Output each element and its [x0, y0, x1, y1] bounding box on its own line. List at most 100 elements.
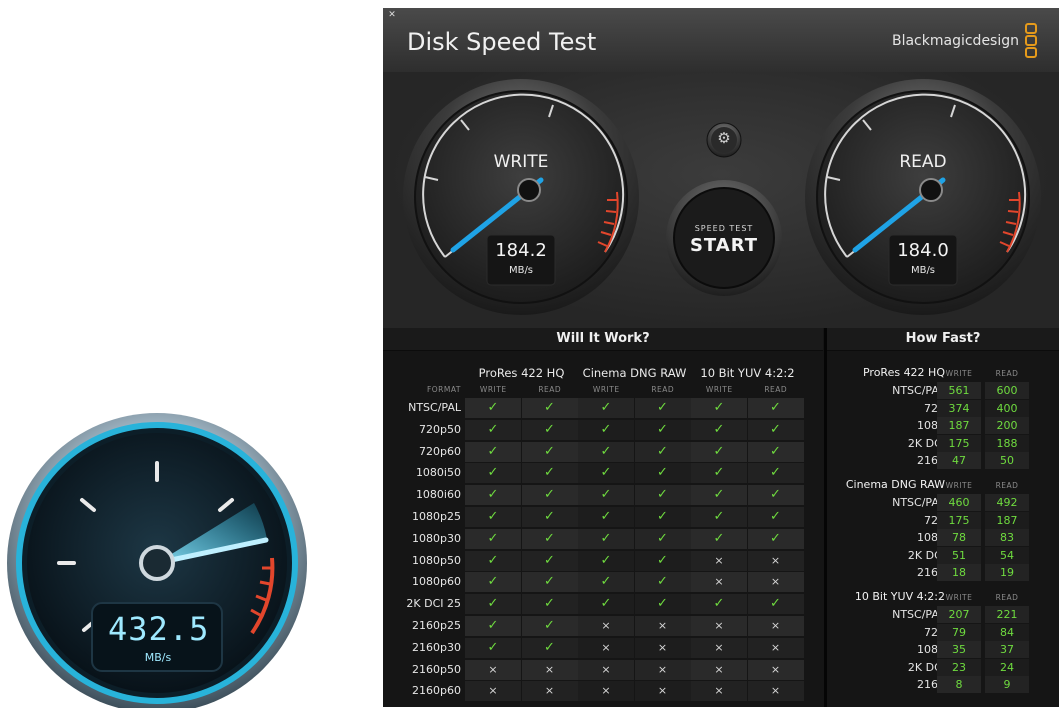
speed-row-label: 1080 [917, 643, 945, 656]
check-icon: ✓ [770, 530, 781, 546]
check-icon: ✓ [713, 596, 725, 612]
speed-value-read: 600 [996, 384, 1018, 397]
gear-icon[interactable]: ⚙ [714, 129, 734, 147]
cross-icon: × [657, 684, 668, 698]
check-icon: ✓ [487, 618, 499, 633]
write-column-header: WRITE [705, 385, 733, 394]
check-icon: ✓ [657, 421, 668, 437]
check-icon: ✓ [713, 465, 725, 481]
speed-value-read: 187 [996, 513, 1018, 527]
check-icon: ✓ [713, 421, 725, 437]
cross-icon: × [770, 619, 781, 632]
speed-value-write: 175 [948, 513, 970, 527]
speed-value-read: 200 [996, 419, 1018, 432]
read-column-header: READ [651, 385, 675, 394]
speed-row-label: 720 [924, 625, 945, 639]
check-icon: ✓ [487, 421, 499, 437]
cross-icon: × [770, 684, 781, 698]
app-icon-gauge: 432.5 MB/s [4, 408, 316, 712]
format-row-label: 1080i50 [415, 466, 461, 480]
format-row-label: 2K DCI 25 [406, 597, 461, 611]
gauge-panel: WRITE 184.2 MB/s READ 184.0 MB/s ⚙ SPEED… [383, 72, 1059, 329]
cross-icon: × [770, 575, 781, 589]
format-row-label: 1080p25 [412, 510, 461, 523]
read-column-header: READ [538, 385, 562, 394]
check-icon: ✓ [657, 596, 668, 612]
check-icon: ✓ [657, 552, 668, 568]
read-column-header: READ [995, 481, 1019, 490]
check-icon: ✓ [544, 596, 555, 612]
cross-icon: × [657, 619, 668, 632]
format-row-label: 1080i60 [415, 488, 461, 502]
disk-speed-test-window: ✕ Disk Speed Test Blackmagicdesign WRITE… [383, 8, 1059, 707]
write-column-header: WRITE [945, 481, 973, 490]
check-icon: ✓ [544, 443, 555, 459]
check-icon: ✓ [770, 509, 781, 524]
start-button-label[interactable]: START [674, 235, 774, 256]
how-fast-title: How Fast? [827, 328, 1059, 351]
codec-header: Cinema DNG RAW [582, 366, 687, 380]
check-icon: ✓ [600, 552, 612, 568]
speed-value-read: 83 [1000, 531, 1014, 544]
check-icon: ✓ [600, 400, 612, 415]
check-icon: ✓ [770, 443, 781, 459]
read-speed-unit: MB/s [910, 265, 936, 276]
speed-row-label: 1080 [917, 531, 945, 544]
write-speed-unit: MB/s [508, 265, 534, 276]
cross-icon: × [488, 684, 498, 698]
codec-title: Cinema DNG RAW [845, 478, 945, 491]
read-column-header: READ [764, 385, 788, 394]
check-icon: ✓ [487, 574, 499, 590]
check-icon: ✓ [600, 421, 612, 437]
speed-value-read: 221 [996, 608, 1018, 621]
check-icon: ✓ [713, 400, 725, 415]
speed-row-label: 2K DCI [907, 436, 945, 450]
speed-row-label: 2K DCI [907, 548, 945, 562]
check-icon: ✓ [770, 487, 781, 503]
speed-row-label: NTSC/PAL [892, 608, 945, 621]
check-icon: ✓ [487, 400, 499, 415]
speed-value-write: 51 [952, 548, 966, 562]
cross-icon: × [657, 640, 668, 654]
check-icon: ✓ [544, 552, 555, 568]
check-icon: ✓ [770, 596, 781, 612]
speed-value-read: 400 [996, 401, 1018, 415]
cross-icon: × [714, 619, 724, 632]
write-gauge [403, 79, 639, 315]
cross-icon: × [714, 684, 724, 698]
write-column-header: WRITE [592, 385, 620, 394]
check-icon: ✓ [544, 574, 555, 590]
will-it-work-title: Will It Work? [383, 328, 823, 351]
check-icon: ✓ [544, 639, 555, 655]
check-icon: ✓ [487, 639, 499, 655]
speed-row-label: 2160 [917, 566, 945, 579]
check-icon: ✓ [770, 421, 781, 437]
speed-value-read: 19 [1000, 566, 1014, 579]
icon-speed-unit: MB/s [144, 651, 172, 664]
check-icon: ✓ [487, 509, 499, 524]
speed-value-read: 24 [1000, 660, 1014, 674]
check-icon: ✓ [487, 465, 499, 481]
format-row-label: 1080p30 [412, 531, 461, 545]
write-column-header: WRITE [945, 593, 973, 602]
read-gauge-label: READ [899, 152, 947, 172]
format-column-header: FORMAT [426, 385, 461, 394]
cross-icon: × [714, 575, 724, 589]
check-icon: ✓ [713, 487, 725, 503]
check-icon: ✓ [600, 596, 612, 612]
check-icon: ✓ [600, 509, 612, 524]
speed-value-read: 9 [1003, 678, 1011, 691]
check-icon: ✓ [600, 530, 612, 546]
close-icon[interactable]: ✕ [387, 10, 397, 20]
codec-title: 10 Bit YUV 4:2:2 [854, 590, 945, 603]
speed-value-write: 78 [952, 531, 966, 544]
check-icon: ✓ [770, 400, 781, 415]
cross-icon: × [601, 684, 611, 698]
format-row-label: 720p50 [419, 422, 461, 436]
brand-name: Blackmagicdesign [891, 33, 1019, 49]
codec-header: 10 Bit YUV 4:2:2 [700, 366, 795, 380]
check-icon: ✓ [487, 487, 499, 503]
speed-value-write: 47 [952, 454, 966, 467]
cross-icon: × [714, 553, 724, 567]
check-icon: ✓ [657, 574, 668, 590]
